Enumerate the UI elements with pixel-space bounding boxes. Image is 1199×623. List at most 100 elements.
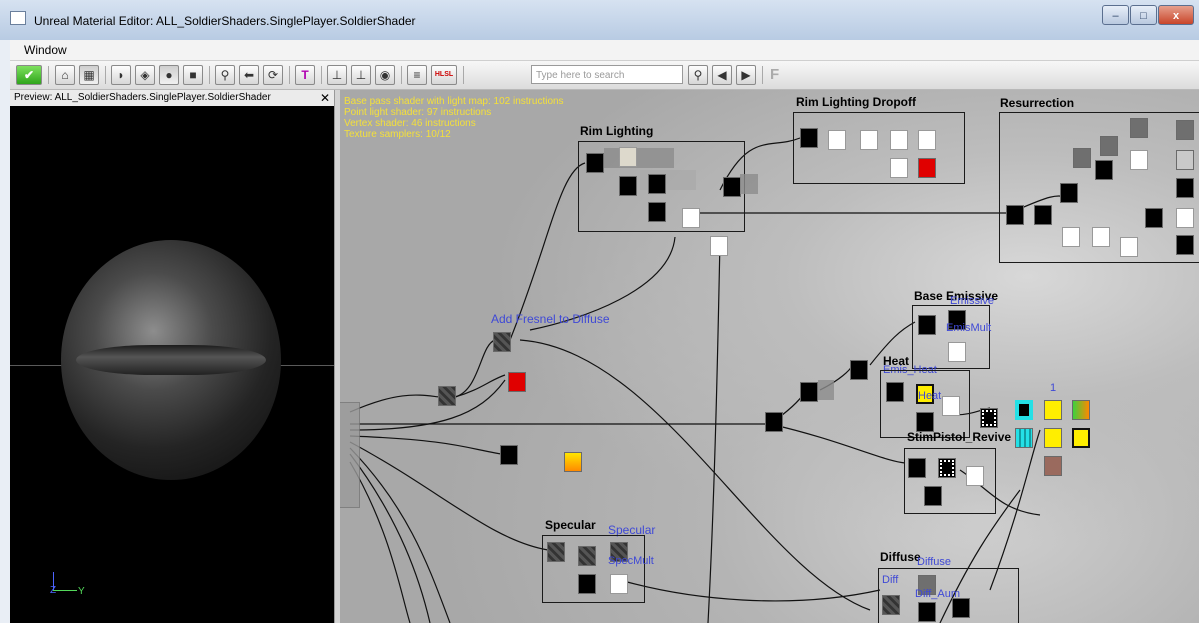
node[interactable] [1095, 160, 1113, 180]
node[interactable] [610, 574, 628, 594]
node[interactable] [648, 174, 666, 194]
search-icon[interactable]: ⚲ [688, 65, 708, 85]
search-input[interactable]: Type here to search [531, 65, 683, 84]
node[interactable] [918, 602, 936, 622]
node[interactable] [908, 458, 926, 478]
preview-title: Preview: ALL_SoldierShaders.SinglePlayer… [10, 90, 334, 106]
minimize-button[interactable]: – [1102, 5, 1129, 25]
zoom-icon[interactable]: ⚲ [215, 65, 235, 85]
sphere-band [76, 345, 266, 375]
node[interactable] [916, 412, 934, 432]
node-red[interactable] [508, 372, 526, 392]
node[interactable] [586, 153, 604, 173]
node[interactable] [578, 574, 596, 594]
node-cyan[interactable] [1015, 428, 1033, 448]
preview-panel[interactable]: Preview: ALL_SoldierShaders.SinglePlayer… [10, 90, 334, 623]
node[interactable] [438, 386, 456, 406]
eye-icon[interactable]: ◉ [375, 65, 395, 85]
node[interactable] [619, 176, 637, 196]
node-red[interactable] [918, 158, 936, 178]
node[interactable] [619, 147, 637, 167]
axis-z-label: Z [50, 585, 57, 596]
cylinder-icon[interactable]: ◗ [111, 65, 131, 85]
node[interactable] [1130, 118, 1148, 138]
group-label-stim: StimPistol_Revive [907, 430, 1012, 444]
hlsl-icon[interactable]: HLSL [431, 65, 457, 85]
node-yellow[interactable] [1072, 428, 1090, 448]
node-gradient[interactable] [1072, 400, 1090, 420]
node[interactable] [1176, 178, 1194, 198]
node[interactable] [800, 382, 818, 402]
node[interactable] [890, 158, 908, 178]
node[interactable] [1034, 205, 1052, 225]
node[interactable] [1092, 227, 1110, 247]
node[interactable] [1100, 136, 1118, 156]
node-yellow[interactable] [1044, 428, 1062, 448]
node[interactable] [942, 396, 960, 416]
plane-icon[interactable]: ■ [183, 65, 203, 85]
node[interactable] [493, 332, 511, 352]
find-prev-icon[interactable]: ◀ [712, 65, 732, 85]
node[interactable] [1176, 150, 1194, 170]
node[interactable] [765, 412, 783, 432]
node[interactable] [547, 542, 565, 562]
node[interactable] [850, 360, 868, 380]
node[interactable] [578, 546, 596, 566]
home-icon[interactable]: ⌂ [55, 65, 75, 85]
node[interactable] [890, 130, 908, 150]
node[interactable] [1073, 148, 1091, 168]
node[interactable] [1130, 150, 1148, 170]
realtime-icon[interactable]: ⟳ [263, 65, 283, 85]
maximize-button[interactable]: □ [1130, 5, 1157, 25]
toggle-text-icon[interactable]: T [295, 65, 315, 85]
node[interactable] [1062, 227, 1080, 247]
node[interactable] [918, 315, 936, 335]
node[interactable] [1145, 208, 1163, 228]
node[interactable] [1176, 235, 1194, 255]
link-icon[interactable]: ⊥ [327, 65, 347, 85]
node[interactable] [882, 595, 900, 615]
stats-icon[interactable]: ≡ [407, 65, 427, 85]
node-gradient[interactable] [564, 452, 582, 472]
node[interactable] [924, 486, 942, 506]
node[interactable] [966, 466, 984, 486]
node[interactable] [710, 236, 728, 256]
axis-y-label: Y [78, 586, 85, 597]
node-dotted[interactable] [938, 458, 956, 478]
link-alt-icon[interactable]: ⊥ [351, 65, 371, 85]
node[interactable] [1060, 183, 1078, 203]
node[interactable] [886, 382, 904, 402]
node-graph-canvas[interactable]: Base pass shader with light map: 102 ins… [340, 90, 1199, 623]
node[interactable] [952, 598, 970, 618]
node[interactable] [723, 177, 741, 197]
find-next-icon[interactable]: ▶ [736, 65, 756, 85]
material-result-node[interactable] [340, 402, 360, 508]
node[interactable] [1176, 208, 1194, 228]
go-to-icon[interactable]: ⬅ [239, 65, 259, 85]
node[interactable] [648, 202, 666, 222]
node-brown[interactable] [1044, 456, 1062, 476]
node-dotted[interactable] [980, 408, 998, 428]
node-cyan[interactable] [1015, 400, 1033, 420]
node[interactable] [682, 208, 700, 228]
close-icon[interactable]: ✕ [320, 90, 330, 106]
node[interactable] [948, 342, 966, 362]
node-yellow[interactable] [1044, 400, 1062, 420]
apply-check-icon[interactable]: ✔ [16, 65, 42, 85]
node[interactable] [1120, 237, 1138, 257]
menu-window[interactable]: Window [24, 43, 67, 57]
group-label-diffuse: Diffuse [880, 550, 921, 564]
group-rim-dropoff[interactable] [793, 112, 965, 184]
grid-icon[interactable]: ▦ [79, 65, 99, 85]
cube-icon[interactable]: ◈ [135, 65, 155, 85]
node[interactable] [828, 130, 846, 150]
favorites-icon[interactable]: F [770, 66, 779, 83]
node[interactable] [918, 130, 936, 150]
node[interactable] [1176, 120, 1194, 140]
node[interactable] [860, 130, 878, 150]
sphere-icon[interactable]: ● [159, 65, 179, 85]
node[interactable] [1006, 205, 1024, 225]
close-button[interactable]: x [1158, 5, 1194, 25]
node[interactable] [800, 128, 818, 148]
node[interactable] [500, 445, 518, 465]
